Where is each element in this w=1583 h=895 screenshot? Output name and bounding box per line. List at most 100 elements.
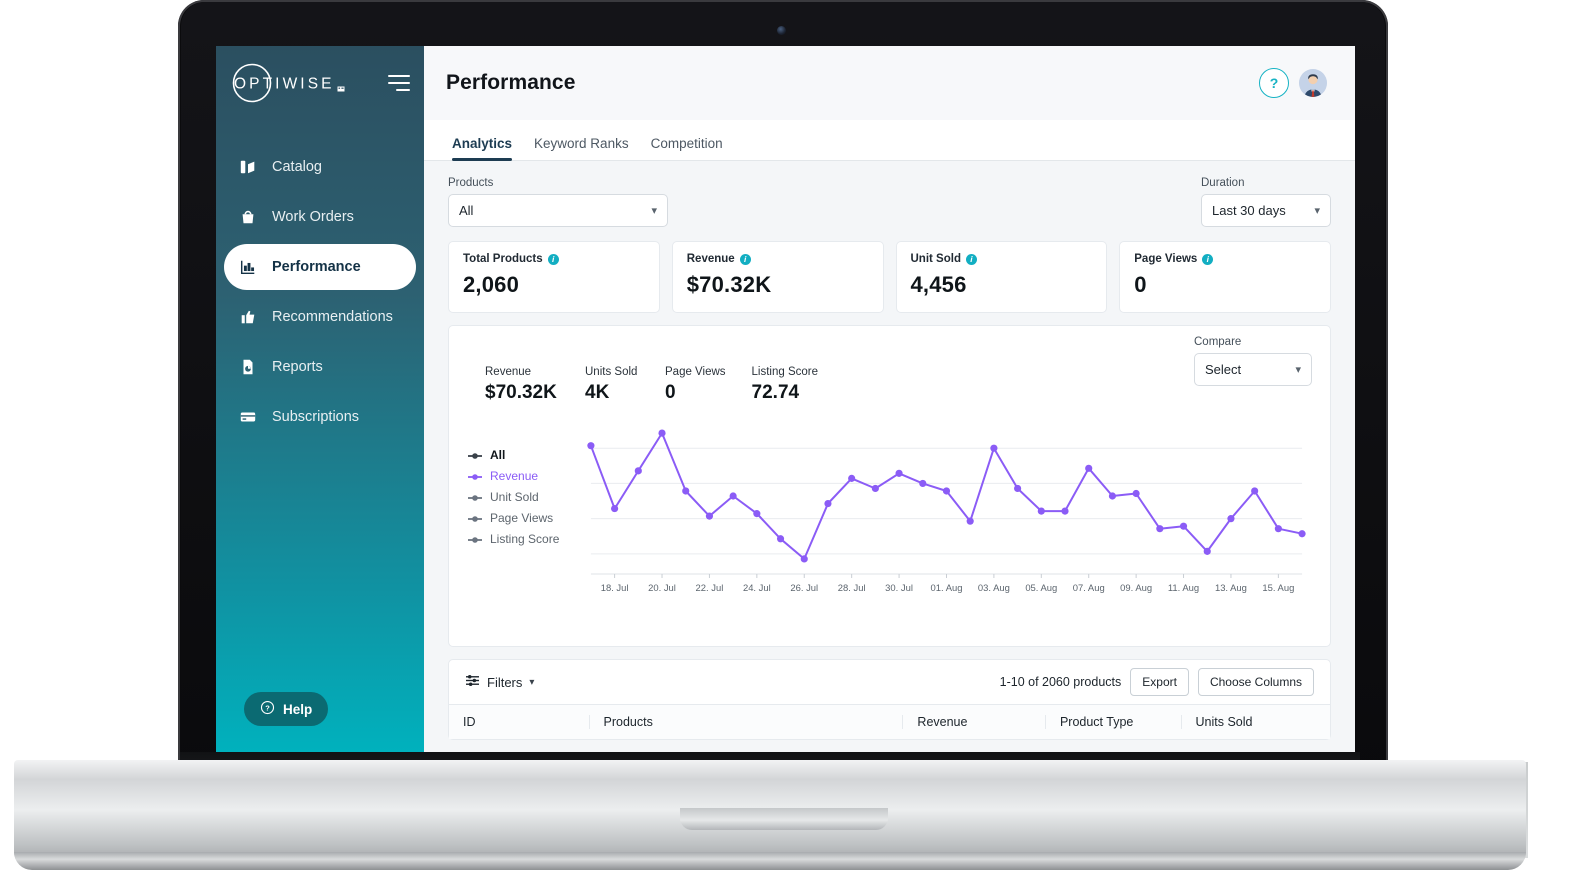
products-table-card: Filters ▾ 1-10 of 2060 products Export C… bbox=[448, 659, 1331, 740]
duration-select-value: Last 30 days bbox=[1212, 203, 1286, 218]
sidebar: OPTIWISE Catalog Work Orders Performance… bbox=[216, 46, 424, 756]
line-chart[interactable]: 18. Jul 20. Jul 22. Jul 24. Jul 26. Jul 28. J… bbox=[577, 412, 1312, 604]
table-toolbar-actions: 1-10 of 2060 products Export Choose Colu… bbox=[1000, 668, 1314, 696]
document-icon bbox=[238, 357, 258, 377]
application-root: OPTIWISE Catalog Work Orders Performance… bbox=[216, 46, 1355, 756]
svg-text:OPTIWISE: OPTIWISE bbox=[234, 76, 335, 93]
legend-label: Listing Score bbox=[490, 532, 560, 546]
kpi-card-total-products: Total Products i 2,060 bbox=[448, 241, 660, 313]
tab-label: Analytics bbox=[452, 136, 513, 151]
top-bar: Performance ? bbox=[424, 46, 1355, 120]
tab-competition[interactable]: Competition bbox=[651, 136, 723, 160]
column-header-id[interactable]: ID bbox=[449, 715, 589, 729]
kpi-label: Total Products bbox=[463, 253, 543, 265]
products-select[interactable]: All ▾ bbox=[448, 194, 668, 227]
sidebar-item-subscriptions[interactable]: Subscriptions bbox=[224, 394, 416, 440]
sidebar-footer: ? Help bbox=[216, 692, 424, 756]
help-button-label: Help bbox=[283, 701, 313, 717]
legend-item-revenue[interactable]: Revenue bbox=[467, 469, 577, 483]
info-icon[interactable]: i bbox=[965, 253, 977, 265]
info-icon[interactable]: i bbox=[739, 253, 751, 265]
sidebar-item-work-orders[interactable]: Work Orders bbox=[224, 194, 416, 240]
kpi-header: Page Views i bbox=[1134, 253, 1316, 265]
filters-button[interactable]: Filters ▾ bbox=[465, 674, 534, 690]
bar-chart-icon bbox=[238, 257, 258, 277]
tab-label: Competition bbox=[650, 136, 723, 151]
svg-text:24. Jul: 24. Jul bbox=[743, 583, 771, 594]
tab-analytics[interactable]: Analytics bbox=[452, 136, 513, 161]
choose-columns-button[interactable]: Choose Columns bbox=[1197, 668, 1314, 696]
kpi-header: Unit Sold i bbox=[911, 253, 1093, 265]
metric-summary-row: Revenue $70.32K Units Sold 4K Page Views… bbox=[467, 366, 1312, 404]
main-area: Performance ? Analytics Keyword Ranks Co… bbox=[424, 46, 1355, 756]
metric-label: Page Views bbox=[665, 366, 726, 378]
kpi-value: 2,060 bbox=[463, 272, 520, 297]
metric-value: 0 bbox=[665, 382, 676, 403]
svg-text:03. Aug: 03. Aug bbox=[978, 583, 1010, 594]
chevron-down-icon: ▾ bbox=[651, 205, 657, 217]
user-avatar-icon[interactable] bbox=[1299, 69, 1327, 97]
metric-units-sold: Units Sold 4K bbox=[585, 366, 639, 404]
column-header-product-type[interactable]: Product Type bbox=[1044, 715, 1181, 729]
metric-label: Units Sold bbox=[585, 366, 638, 378]
sidebar-item-reports[interactable]: Reports bbox=[224, 344, 416, 390]
tab-keyword-ranks[interactable]: Keyword Ranks bbox=[534, 136, 629, 160]
optiwise-logo: OPTIWISE bbox=[226, 60, 354, 106]
column-header-revenue[interactable]: Revenue bbox=[902, 715, 1045, 729]
table-toolbar: Filters ▾ 1-10 of 2060 products Export C… bbox=[449, 660, 1330, 704]
sidebar-item-catalog[interactable]: Catalog bbox=[224, 144, 416, 190]
help-button[interactable]: ? Help bbox=[244, 692, 329, 726]
tab-bar: Analytics Keyword Ranks Competition bbox=[424, 120, 1355, 161]
filters-button-label: Filters bbox=[487, 674, 523, 690]
metric-value: $70.32K bbox=[485, 382, 557, 403]
duration-select[interactable]: Last 30 days ▾ bbox=[1201, 194, 1331, 227]
svg-text:13. Aug: 13. Aug bbox=[1215, 583, 1247, 594]
export-button[interactable]: Export bbox=[1130, 668, 1189, 696]
legend-item-unit-sold[interactable]: Unit Sold bbox=[467, 490, 577, 504]
laptop-base-foot bbox=[14, 852, 1526, 870]
svg-text:28. Jul: 28. Jul bbox=[838, 583, 866, 594]
chart-card: Compare Select ▾ Revenue $70.32K Units S… bbox=[448, 325, 1331, 647]
svg-text:01. Aug: 01. Aug bbox=[931, 583, 963, 594]
legend-label: Unit Sold bbox=[490, 490, 539, 504]
kpi-label: Page Views bbox=[1134, 253, 1198, 265]
kpi-header: Revenue i bbox=[687, 253, 869, 265]
legend-item-page-views[interactable]: Page Views bbox=[467, 511, 577, 525]
credit-card-icon bbox=[238, 407, 258, 427]
products-filter: Products All ▾ bbox=[448, 177, 668, 227]
products-select-value: All bbox=[459, 203, 474, 218]
laptop-screen: OPTIWISE Catalog Work Orders Performance… bbox=[216, 46, 1355, 756]
hamburger-icon[interactable] bbox=[388, 75, 410, 91]
products-label: Products bbox=[448, 177, 494, 189]
legend-item-listing-score[interactable]: Listing Score bbox=[467, 532, 577, 546]
column-header-units-sold[interactable]: Units Sold bbox=[1180, 715, 1331, 729]
svg-text:07. Aug: 07. Aug bbox=[1073, 583, 1105, 594]
sidebar-item-performance[interactable]: Performance bbox=[224, 244, 416, 290]
sidebar-item-recommendations[interactable]: Recommendations bbox=[224, 294, 416, 340]
laptop-base-notch bbox=[680, 808, 888, 830]
svg-text:18. Jul: 18. Jul bbox=[601, 583, 629, 594]
metric-revenue: Revenue $70.32K bbox=[485, 366, 559, 404]
sidebar-header: OPTIWISE bbox=[216, 46, 424, 120]
question-mark-icon[interactable]: ? bbox=[1259, 68, 1289, 98]
svg-text:09. Aug: 09. Aug bbox=[1120, 583, 1152, 594]
metric-value: 4K bbox=[585, 382, 610, 403]
legend-item-all[interactable]: All bbox=[467, 448, 577, 462]
info-icon[interactable]: i bbox=[547, 253, 559, 265]
kpi-header: Total Products i bbox=[463, 253, 645, 265]
sidebar-item-label: Recommendations bbox=[272, 309, 393, 325]
metric-label: Listing Score bbox=[751, 366, 819, 378]
column-header-products[interactable]: Products bbox=[588, 715, 903, 729]
duration-filter: Duration Last 30 days ▾ bbox=[1201, 177, 1331, 227]
export-button-label: Export bbox=[1142, 675, 1177, 689]
info-icon[interactable]: i bbox=[1202, 253, 1214, 265]
kpi-row: Total Products i 2,060 Revenue i $70.32K bbox=[448, 241, 1331, 313]
filter-icon bbox=[465, 674, 480, 690]
bag-icon bbox=[238, 207, 258, 227]
plot-area: All Revenue Unit Sold Page Views Listing… bbox=[467, 412, 1312, 604]
legend-marker-icon bbox=[467, 492, 483, 502]
metric-page-views: Page Views 0 bbox=[665, 366, 726, 404]
compare-select[interactable]: Select ▾ bbox=[1194, 353, 1312, 386]
compare-label: Compare bbox=[1194, 336, 1242, 348]
metric-label: Revenue bbox=[485, 366, 532, 378]
